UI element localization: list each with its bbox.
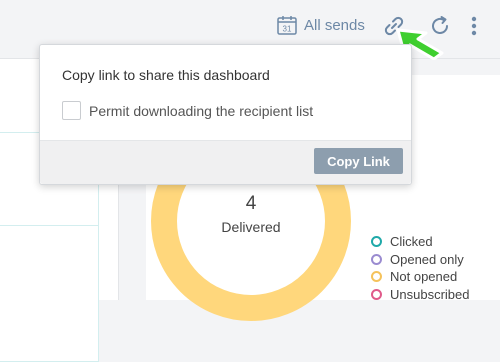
legend-dot-clicked	[371, 236, 382, 248]
legend-label: Opened only	[390, 251, 464, 267]
legend-dot-opened-only	[371, 253, 382, 265]
copy-link-button[interactable]: Copy Link	[314, 148, 403, 174]
legend-label: Clicked	[390, 234, 433, 250]
legend-dot-unsubscribed	[371, 288, 382, 300]
calendar-icon: 31	[277, 16, 297, 35]
legend-item-clicked: Clicked	[371, 233, 470, 251]
all-sends-label: All sends	[304, 16, 365, 34]
delivered-label: Delivered	[221, 219, 281, 235]
delivered-count: 4	[245, 193, 257, 214]
more-options-button[interactable]	[468, 14, 480, 38]
more-vertical-icon	[471, 16, 477, 36]
popover-title: Copy link to share this dashboard	[62, 67, 270, 83]
legend-item-unsubscribed: Unsubscribed	[371, 286, 470, 304]
permit-download-checkbox[interactable]	[62, 101, 81, 120]
permit-download-option[interactable]: Permit downloading the recipient list	[62, 101, 313, 120]
legend-label: Not opened	[390, 269, 458, 285]
all-sends-filter[interactable]: 31 All sends	[277, 13, 365, 37]
legend-item-not-opened: Not opened	[371, 268, 470, 286]
left-card-bottom	[0, 225, 99, 362]
share-link-popover: Copy link to share this dashboard Permit…	[39, 44, 412, 185]
legend-dot-not-opened	[371, 271, 382, 283]
permit-download-label: Permit downloading the recipient list	[89, 102, 314, 119]
calendar-day: 31	[283, 25, 292, 34]
popover-footer: Copy Link	[40, 140, 411, 184]
chart-legend: Clicked Opened only Not opened Unsubscri…	[371, 233, 470, 303]
legend-item-opened-only: Opened only	[371, 251, 470, 269]
